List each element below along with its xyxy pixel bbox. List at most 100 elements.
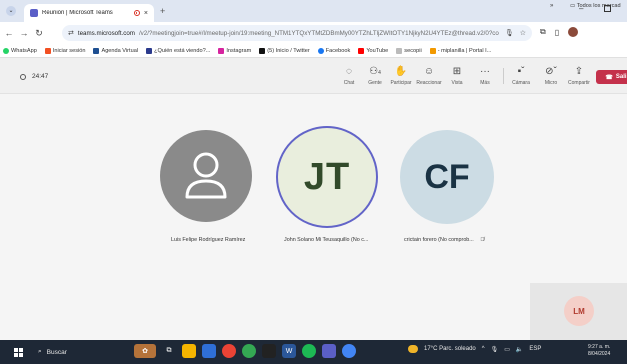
windows-taskbar: ⌕ Buscar ✿ ⧉ W 17°C Parc. soleado ^ 🎙 ▭ … [0, 340, 627, 364]
toolbar-divider [503, 68, 504, 84]
participant-avatar-speaking[interactable]: JT [276, 126, 378, 228]
weather-text[interactable]: 17°C Parc. soleado [424, 346, 476, 352]
participant-name: John Solano Mi Teusaquillo (No c... [284, 237, 369, 243]
microsoft-icon [44, 47, 51, 54]
bookmark-item[interactable]: YouTube [358, 47, 388, 54]
weather-icon [408, 345, 418, 353]
people-count: 4 [378, 70, 381, 76]
tab-teams-meeting[interactable]: Reunión | Microsoft Teams × [24, 4, 154, 22]
avatar-initials: CF [424, 157, 470, 196]
network-icon[interactable]: ▭ [504, 346, 510, 353]
whatsapp-icon [3, 47, 9, 54]
sidepanel-icon[interactable]: ▯ [555, 28, 559, 37]
bookmark-item[interactable]: WhatsApp [3, 47, 37, 54]
avatar-initials: JT [303, 155, 351, 198]
widget-icon[interactable]: ✿ [134, 344, 156, 358]
twitter-icon [259, 47, 266, 54]
url-bar[interactable]: ⇄ teams.microsoft.com /v2/?meetingjoin=t… [62, 25, 532, 41]
more-icon: ··· [480, 66, 490, 77]
participant-name: crictain forero (No comprob... 🎙̸ [404, 237, 485, 243]
profile-avatar-icon[interactable] [568, 27, 579, 37]
chrome-profile-icon[interactable] [242, 344, 256, 358]
bookmark-item[interactable]: Facebook [317, 47, 350, 54]
bookmark-item[interactable]: (5) Inicio / Twitter [259, 47, 310, 54]
streaming-icon [146, 47, 153, 54]
teams-icon[interactable] [322, 344, 336, 358]
hand-icon: ✋ [394, 66, 408, 77]
leave-button[interactable]: ☎ Sali [596, 70, 627, 84]
mic-button[interactable]: ⊘ˇ Micro [536, 66, 566, 86]
recording-icon [133, 10, 140, 16]
raise-hand-button[interactable]: ✋ Participar [386, 66, 416, 86]
extension-icons: ⧉ ▯ [540, 27, 579, 37]
site-info-icon[interactable]: ⇄ [68, 29, 74, 37]
bookmark-star-icon[interactable]: ☆ [520, 29, 526, 37]
participant-avatar[interactable] [160, 130, 252, 222]
taskbar-clock[interactable]: 9:27 a. m. 8/04/2024 [588, 344, 610, 358]
taskbar-apps: ✿ ⧉ W [134, 344, 356, 358]
youtube-icon [358, 47, 365, 54]
bookmark-item[interactable]: - miplanilla | Portal I... [429, 47, 491, 54]
taskbar-search[interactable]: ⌕ Buscar [34, 344, 122, 360]
chrome-icon[interactable] [222, 344, 236, 358]
shield-icon [20, 73, 26, 80]
address-bar-row: ← → ↻ ⇄ teams.microsoft.com /v2/?meeting… [0, 22, 627, 44]
react-button[interactable]: ☺ Reaccionar [414, 66, 444, 86]
system-tray: 17°C Parc. soleado ^ 🎙 ▭ 🔈 ESP [408, 345, 541, 353]
url-host: teams.microsoft.com [77, 29, 135, 37]
camera-button[interactable]: ▪ˇ Cámara [506, 66, 536, 86]
bookmarks-more-button[interactable]: » [550, 3, 553, 9]
spotify-icon[interactable] [302, 344, 316, 358]
tray-chevron-icon[interactable]: ^ [482, 346, 485, 352]
participant-avatar[interactable]: CF [400, 130, 494, 224]
meeting-timer: 24:47 [20, 73, 48, 80]
bookmarks-bar: WhatsApp Iniciar sesión Agenda Virtual ¿… [0, 44, 627, 58]
grid-icon: ⊞ [452, 66, 462, 77]
agenda-icon [93, 47, 100, 54]
capcut-icon[interactable] [262, 344, 276, 358]
share-icon: ⇪ [574, 66, 584, 77]
back-icon[interactable]: ← [3, 28, 15, 38]
reload-icon[interactable]: ↻ [33, 28, 45, 39]
word-icon[interactable]: W [282, 344, 296, 358]
teams-favicon-icon [30, 9, 38, 17]
share-button[interactable]: ⇪ Compartir [564, 66, 594, 86]
more-button[interactable]: ··· Más [470, 66, 500, 86]
volume-icon[interactable]: 🔈 [516, 346, 523, 353]
forward-icon[interactable]: → [18, 28, 30, 38]
tab-close-icon[interactable]: × [144, 10, 148, 17]
view-button[interactable]: ⊞ Vista [442, 66, 472, 86]
check-icon [429, 47, 436, 54]
phone-hangup-icon: ☎ [605, 74, 613, 81]
mic-muted-icon: 🎙̸ [480, 237, 485, 243]
bookmark-item[interactable]: ¿Quién está viendo?... [146, 47, 210, 54]
tab-search-icon[interactable]: ⌄ [6, 6, 16, 16]
bookmark-item[interactable]: Agenda Virtual [93, 47, 138, 54]
mic-off-icon: ⊘ˇ [545, 66, 557, 77]
new-tab-button[interactable]: + [160, 6, 165, 16]
bookmark-item[interactable]: Iniciar sesión [44, 47, 85, 54]
language-indicator[interactable]: ESP [529, 346, 541, 352]
meeting-stage: Luis Felipe Rodríguez Ramírez JT John So… [0, 94, 627, 340]
windows-start-icon[interactable] [14, 348, 23, 357]
bookmark-item[interactable]: Instagram [218, 47, 251, 54]
bookmark-item[interactable]: secopii [396, 47, 422, 54]
person-icon [185, 152, 227, 199]
self-view-tile[interactable]: LM [530, 283, 627, 340]
browser-tab-strip: ⌄ Reunión | Microsoft Teams × + – [0, 0, 627, 22]
extensions-icon[interactable]: ⧉ [540, 27, 546, 37]
task-view-icon[interactable]: ⧉ [162, 344, 176, 358]
tab-title: Reunión | Microsoft Teams [42, 10, 113, 16]
mic-permission-icon[interactable]: 🎙 [505, 29, 514, 37]
timer-text: 24:47 [32, 73, 49, 80]
participant-name: Luis Felipe Rodríguez Ramírez [171, 237, 246, 243]
self-avatar: LM [564, 296, 594, 326]
mic-tray-icon[interactable]: 🎙 [491, 346, 499, 353]
search-icon: ⌕ [38, 348, 42, 355]
all-bookmarks-folder[interactable]: ▭ Todos los marcad [570, 3, 621, 9]
url-path: /v2/?meetingjoin=true#/l/meetup-join/19:… [138, 29, 499, 37]
instagram-icon [218, 47, 225, 54]
mail-icon[interactable] [202, 344, 216, 358]
file-explorer-icon[interactable] [182, 344, 196, 358]
chrome-alt-icon[interactable] [342, 344, 356, 358]
